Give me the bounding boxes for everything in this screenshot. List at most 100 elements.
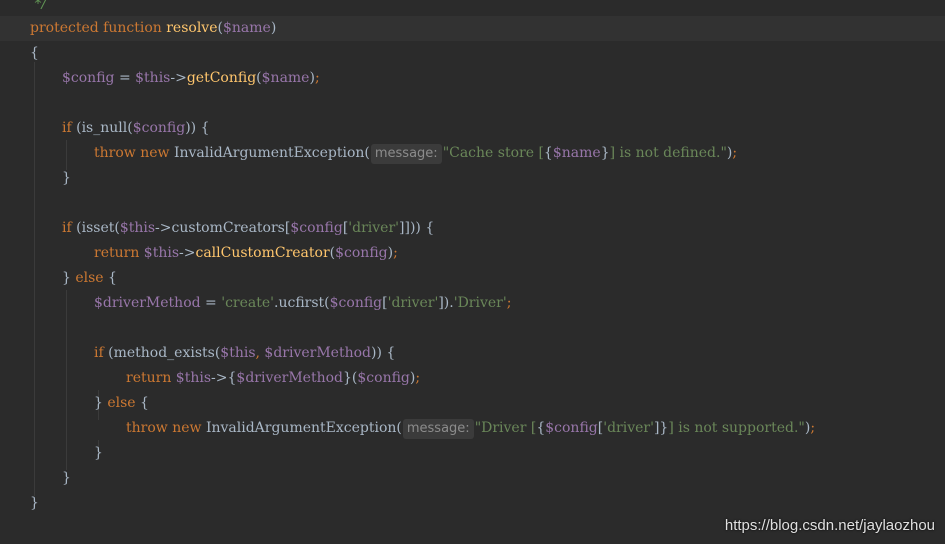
code-line[interactable]: if (isset($this->customCreators[$config[… <box>0 216 945 241</box>
interpolation-brace: } <box>600 145 610 161</box>
keyword: protected <box>30 20 99 36</box>
function-call: ucfirst( <box>278 295 330 311</box>
semicolon: ; <box>314 70 320 86</box>
string: 'driver' <box>603 420 654 436</box>
variable: $driverMethod <box>264 345 372 361</box>
method-call: getConfig <box>186 70 257 86</box>
code-line[interactable]: if (is_null($config)) { <box>0 116 945 141</box>
watermark-text: https://blog.csdn.net/jaylaozhou <box>724 517 935 534</box>
code-line[interactable]: } <box>0 166 945 191</box>
code-line[interactable]: throw new InvalidArgumentException(messa… <box>0 141 945 166</box>
code-line[interactable]: */ <box>0 0 945 17</box>
string: ] is not supported." <box>668 420 805 436</box>
interpolation-brace: { <box>543 145 553 161</box>
code-line[interactable]: } <box>0 491 945 516</box>
keyword: if <box>62 220 72 236</box>
brace: } <box>343 370 352 386</box>
code-text: ]])) { <box>399 220 435 236</box>
keyword: else <box>75 270 104 286</box>
code-text: (is_null( <box>71 120 133 136</box>
variable: $this <box>119 220 156 236</box>
class-name: InvalidArgumentException( <box>201 420 402 436</box>
arrow: -> <box>155 220 172 236</box>
code-line[interactable]: } else { <box>0 391 945 416</box>
variable: $config <box>290 220 343 236</box>
code-text: (method_exists( <box>103 345 221 361</box>
code-text: )) { <box>371 345 396 361</box>
brace: } <box>30 495 39 511</box>
variable: $name <box>261 70 310 86</box>
interpolation-brace: { <box>536 420 546 436</box>
method-call: callCustomCreator <box>195 245 330 261</box>
keyword: if <box>94 345 104 361</box>
semicolon: ; <box>393 245 398 261</box>
parameter-hint: message: <box>402 419 474 439</box>
variable: $driverMethod <box>236 370 343 386</box>
interpolation-brace: ]} <box>653 420 669 436</box>
code-line[interactable]: $config = $this->getConfig($name); <box>0 66 945 91</box>
code-line[interactable]: return $this->{$driverMethod}($config); <box>0 366 945 391</box>
code-line[interactable]: { <box>0 41 945 66</box>
keyword: else <box>107 395 136 411</box>
variable: $name <box>222 20 271 36</box>
variable: $name <box>552 145 601 161</box>
keyword: return <box>94 245 140 261</box>
code-editor[interactable]: */ protected function resolve($name) { $… <box>0 0 945 544</box>
string: 'driver' <box>348 220 400 236</box>
brace: { <box>103 270 117 286</box>
variable: $driverMethod <box>94 295 201 311</box>
semicolon: ; <box>810 420 816 436</box>
code-line[interactable]: } <box>0 441 945 466</box>
code-text: ( <box>71 220 82 236</box>
function-call: isset <box>81 220 115 236</box>
variable: $config <box>335 245 388 261</box>
variable: $this <box>171 370 212 386</box>
variable: $this <box>139 245 180 261</box>
string: "Cache store [ <box>442 145 544 161</box>
code-line[interactable]: } else { <box>0 266 945 291</box>
keyword: new <box>140 145 170 161</box>
keyword: return <box>126 370 172 386</box>
string: ] is not defined." <box>609 145 727 161</box>
comment: */ <box>30 0 47 12</box>
variable: $config <box>132 120 186 136</box>
string: 'create' <box>221 295 275 311</box>
semicolon: ; <box>506 295 512 311</box>
code-line-current[interactable]: protected function resolve($name) <box>0 16 945 41</box>
variable: $this <box>135 70 171 86</box>
code-line[interactable]: if (method_exists($this, $driverMethod))… <box>0 341 945 366</box>
variable: $config <box>62 70 115 86</box>
parameter-hint: message: <box>370 144 442 164</box>
operator: = <box>200 295 222 311</box>
code-line[interactable]: $driverMethod = 'create'.ucfirst($config… <box>0 291 945 316</box>
semicolon: ; <box>415 370 421 386</box>
paren: ) <box>270 20 277 36</box>
semicolon: ; <box>732 145 738 161</box>
arrow: -> <box>170 70 187 86</box>
property: customCreators[ <box>171 220 291 236</box>
bracket: ]) <box>438 295 450 311</box>
keyword: function <box>103 20 162 36</box>
code-line[interactable]: throw new InvalidArgumentException(messa… <box>0 416 945 441</box>
keyword: new <box>172 420 202 436</box>
function-name: resolve <box>166 20 218 36</box>
arrow: -> <box>179 245 196 261</box>
string: "Driver [ <box>474 420 537 436</box>
class-name: InvalidArgumentException( <box>169 145 370 161</box>
keyword: throw <box>94 145 136 161</box>
brace: } <box>94 445 103 461</box>
keyword: throw <box>126 420 168 436</box>
variable: $config <box>357 370 410 386</box>
brace: } <box>94 395 108 411</box>
operator: = <box>114 70 136 86</box>
brace: } <box>62 470 71 486</box>
string: 'driver' <box>387 295 439 311</box>
brace: { <box>135 395 149 411</box>
keyword: if <box>62 120 72 136</box>
code-line[interactable]: } <box>0 466 945 491</box>
code-line[interactable]: return $this->callCustomCreator($config)… <box>0 241 945 266</box>
brace: { <box>30 45 39 61</box>
variable: $config <box>329 295 383 311</box>
string: 'Driver' <box>453 295 507 311</box>
variable: $config <box>545 420 598 436</box>
